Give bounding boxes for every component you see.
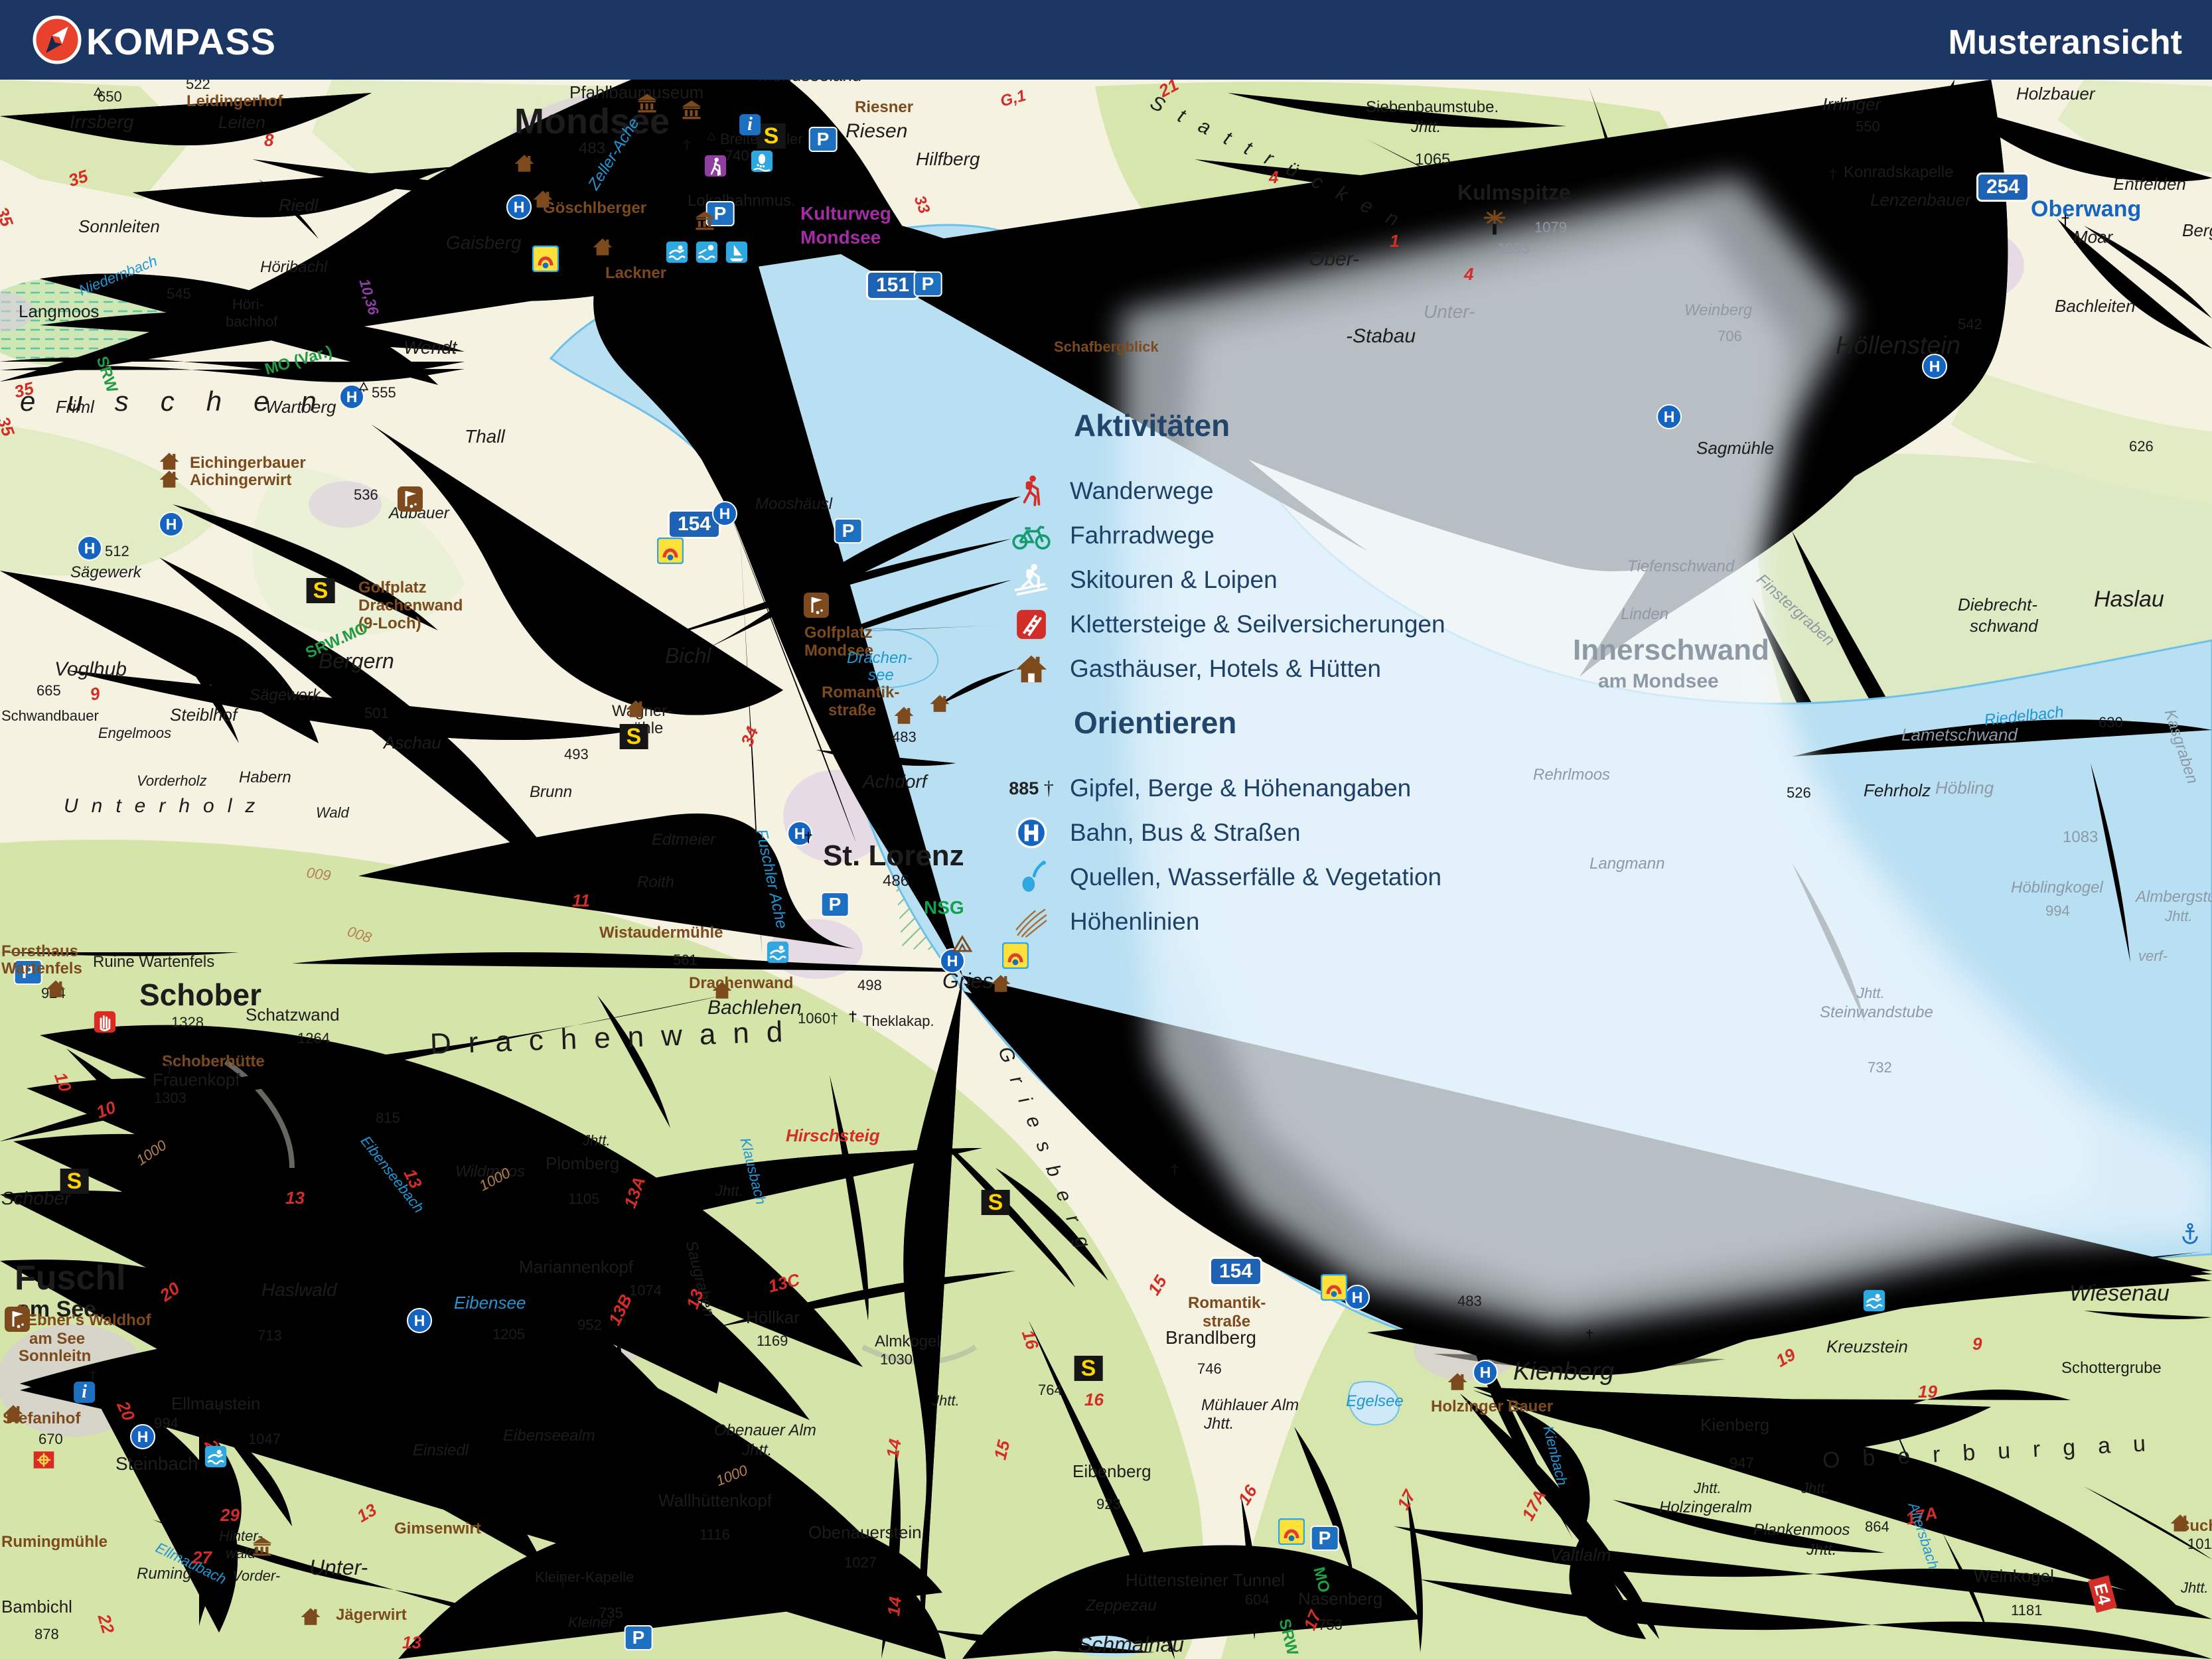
legend-title: Aktivitäten bbox=[1074, 408, 1230, 443]
transit-icon bbox=[1010, 816, 1053, 849]
bike-icon bbox=[1010, 521, 1053, 550]
contours-icon bbox=[1010, 905, 1053, 938]
skier-icon bbox=[1010, 563, 1053, 597]
kompass-logo-icon[interactable] bbox=[32, 15, 82, 65]
legend-item-label: Quellen, Wasserfälle & Vegetation bbox=[1070, 863, 1442, 891]
legend-item: Bahn, Bus & Straßen bbox=[1010, 810, 1541, 855]
legend-item-label: Skitouren & Loipen bbox=[1070, 565, 1278, 593]
legend-activities: Aktivitäten Wanderwege Fahrradwege Skitoure… bbox=[1010, 407, 1541, 691]
hut-icon bbox=[1010, 652, 1053, 685]
brand-name[interactable]: KOMPASS bbox=[86, 20, 276, 63]
peak885-icon: 885 † bbox=[1009, 776, 1054, 799]
legend-item: Klettersteige & Seilversicherungen bbox=[1010, 602, 1541, 646]
legend-item-label: Gipfel, Berge & Höhenangaben bbox=[1070, 774, 1412, 802]
legend-item-label: Klettersteige & Seilversicherungen bbox=[1070, 610, 1445, 638]
legend-title: Orientieren bbox=[1074, 705, 1237, 740]
spring-icon bbox=[1010, 861, 1053, 894]
legend-rows: 885 † Gipfel, Berge & Höhenangaben Bahn, B… bbox=[1009, 766, 1541, 944]
legend-orientation: Orientieren 885 † Gipfel, Berge & Höhenang… bbox=[1009, 705, 1541, 944]
legend-item-label: Wanderwege bbox=[1070, 476, 1214, 504]
legend-item: Gasthäuser, Hotels & Hütten bbox=[1010, 646, 1541, 691]
header-bar: KOMPASS Musteransicht bbox=[0, 0, 2212, 80]
kompass-map-sample-page: Mondsee483PfahlbaumuseumMondseelandRiesn… bbox=[0, 0, 2212, 1659]
legend-item: 885 † Gipfel, Berge & Höhenangaben bbox=[1009, 766, 1541, 810]
legend-item-label: Gasthäuser, Hotels & Hütten bbox=[1070, 654, 1381, 682]
legend-item: Fahrradwege bbox=[1010, 513, 1541, 557]
legend-item: Quellen, Wasserfälle & Vegetation bbox=[1010, 855, 1541, 899]
legend-item-label: Höhenlinien bbox=[1070, 907, 1200, 935]
page-title: Musteransicht bbox=[1948, 23, 2182, 62]
hiker-icon bbox=[1010, 474, 1053, 508]
legend-item-label: Bahn, Bus & Straßen bbox=[1070, 818, 1301, 846]
legend-item: Wanderwege bbox=[1010, 469, 1541, 513]
legend-rows: Wanderwege Fahrradwege Skitouren & Loipen K… bbox=[1010, 469, 1541, 691]
legend-item-label: Fahrradwege bbox=[1070, 521, 1215, 549]
legend-item: Skitouren & Loipen bbox=[1010, 557, 1541, 602]
ladder-icon bbox=[1010, 608, 1053, 641]
legend-item: Höhenlinien bbox=[1010, 899, 1541, 944]
